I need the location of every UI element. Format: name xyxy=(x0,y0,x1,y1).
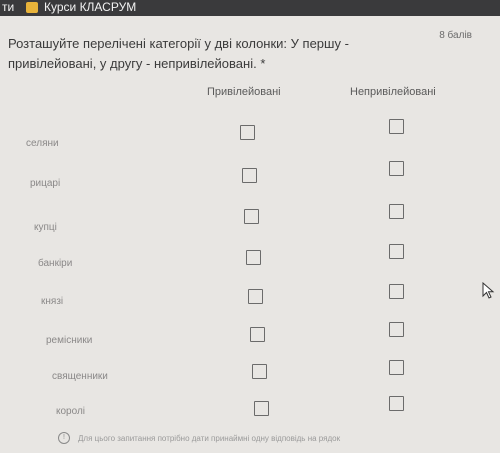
row-label: князі xyxy=(41,296,64,307)
info-icon: ! xyxy=(58,432,70,444)
row-label: ремісники xyxy=(46,335,93,346)
checkbox-unprivileged[interactable] xyxy=(389,322,404,337)
checkbox-privileged[interactable] xyxy=(244,209,259,224)
checkbox-unprivileged[interactable] xyxy=(389,396,404,411)
checkbox-unprivileged[interactable] xyxy=(389,360,404,375)
checkbox-unprivileged[interactable] xyxy=(389,284,404,299)
checkbox-privileged[interactable] xyxy=(252,364,267,379)
checkbox-privileged[interactable] xyxy=(248,289,263,304)
column-header-privileged: Привілейовані xyxy=(207,86,281,98)
row-label: священники xyxy=(52,371,108,382)
question-card: Розташуйте перелічені категорії у дві ко… xyxy=(0,16,500,453)
checkbox-privileged[interactable] xyxy=(246,250,261,265)
row-label: королі xyxy=(56,406,86,417)
checkbox-privileged[interactable] xyxy=(240,125,255,140)
checkbox-privileged[interactable] xyxy=(250,327,265,342)
browser-left-text: ти xyxy=(2,0,15,14)
points-label: 8 балів xyxy=(439,30,472,41)
checkbox-privileged[interactable] xyxy=(242,168,257,183)
checkbox-unprivileged[interactable] xyxy=(389,161,404,176)
classroom-icon xyxy=(26,1,38,13)
row-label: купці xyxy=(34,222,57,233)
required-note-text: Для цього запитання потрібно дати принай… xyxy=(78,433,341,443)
required-note: ! Для цього запитання потрібно дати прин… xyxy=(58,430,418,446)
checkbox-unprivileged[interactable] xyxy=(389,204,404,219)
question-text: Розташуйте перелічені категорії у дві ко… xyxy=(8,36,349,71)
mouse-pointer-icon xyxy=(482,282,495,299)
row-label: селяни xyxy=(26,138,59,149)
checkbox-unprivileged[interactable] xyxy=(389,119,404,134)
browser-tab[interactable]: Курси КЛАСРУМ xyxy=(26,0,136,14)
row-label: рицарі xyxy=(30,178,61,189)
column-header-unprivileged: Непривілейовані xyxy=(350,86,436,98)
browser-tab-label: Курси КЛАСРУМ xyxy=(44,0,137,14)
checkbox-unprivileged[interactable] xyxy=(389,244,404,259)
checkbox-privileged[interactable] xyxy=(254,401,269,416)
browser-top-bar: ти Курси КЛАСРУМ xyxy=(0,0,500,16)
row-label: банкіри xyxy=(38,258,73,269)
